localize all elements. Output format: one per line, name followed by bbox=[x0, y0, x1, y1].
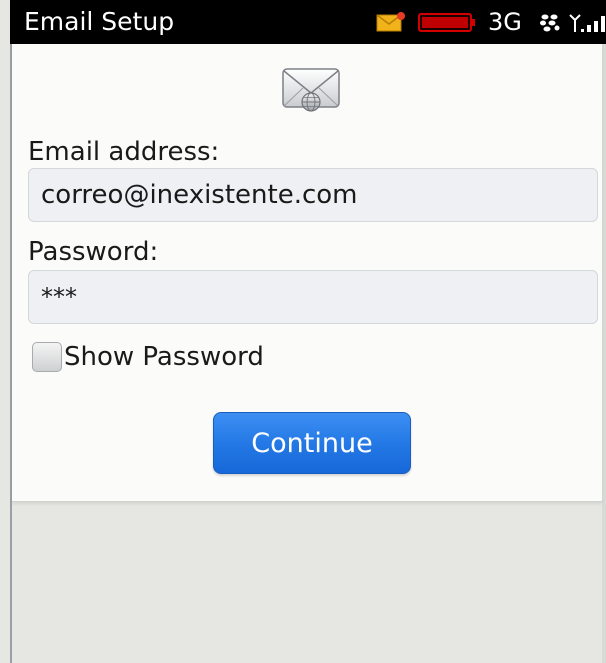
show-password-row[interactable]: Show Password bbox=[32, 340, 264, 374]
show-password-checkbox[interactable] bbox=[32, 342, 62, 372]
envelope-icon bbox=[279, 66, 343, 112]
password-field[interactable]: *** bbox=[28, 270, 598, 324]
email-label: Email address: bbox=[28, 137, 220, 167]
show-password-label[interactable]: Show Password bbox=[64, 342, 264, 372]
signal-strength-icon bbox=[568, 12, 606, 34]
new-mail-icon[interactable] bbox=[376, 12, 406, 32]
low-battery-icon bbox=[418, 13, 476, 32]
password-label: Password: bbox=[28, 237, 159, 267]
screen-right-border bbox=[602, 44, 606, 663]
email-field[interactable]: correo@inexistente.com bbox=[28, 168, 598, 222]
continue-button[interactable]: Continue bbox=[213, 412, 411, 474]
window-title: Email Setup bbox=[24, 7, 175, 36]
network-type: 3G bbox=[488, 8, 522, 36]
status-bar: Email Setup 3G bbox=[10, 0, 606, 44]
email-setup-form: Email address: correo@inexistente.com Pa… bbox=[12, 44, 602, 502]
blackberry-icon bbox=[540, 13, 560, 32]
